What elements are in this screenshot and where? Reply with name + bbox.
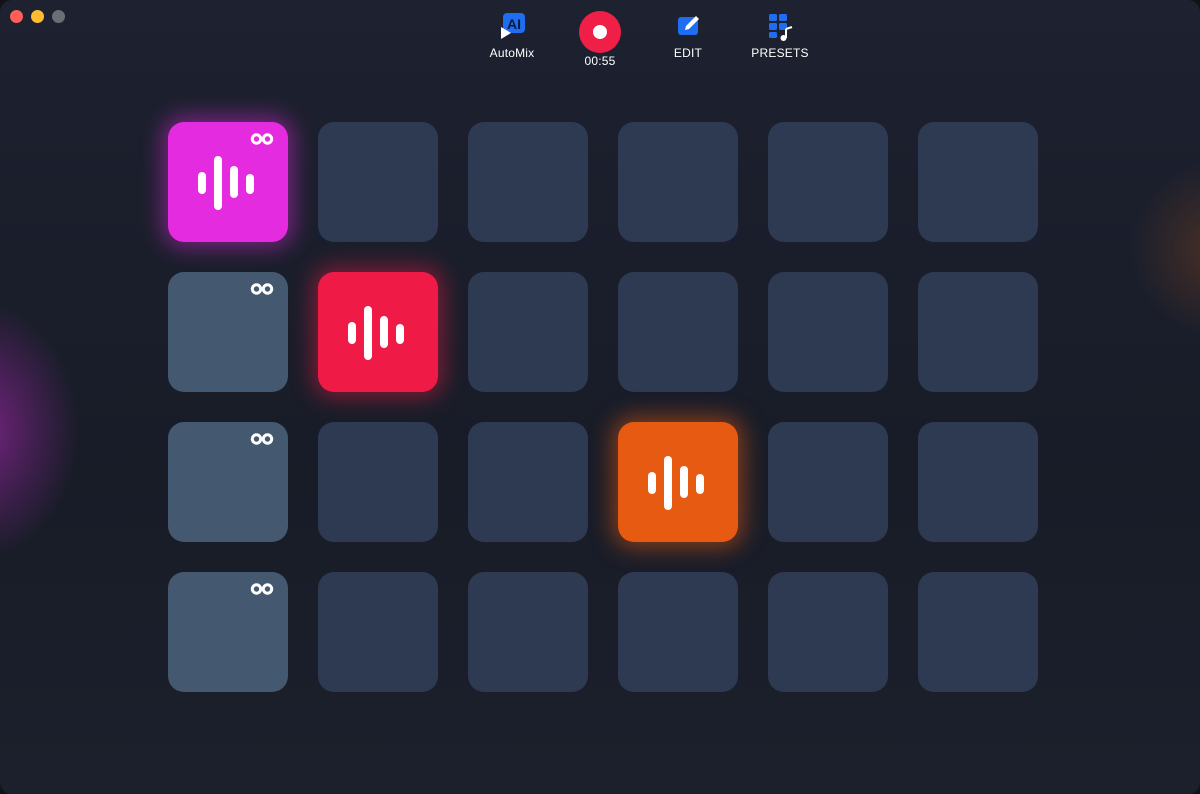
record-button[interactable]: 00:55 <box>578 11 622 68</box>
record-icon <box>579 11 621 53</box>
pad-r2-c6[interactable] <box>918 272 1038 392</box>
toolbar: AI AutoMix 00:55 EDIT PRESETS <box>0 0 1200 80</box>
ambient-glow-right <box>1130 160 1200 340</box>
pad-r3-c6[interactable] <box>918 422 1038 542</box>
pad-r2-c1[interactable] <box>168 272 288 392</box>
infinity-loop-icon <box>250 132 274 146</box>
pad-r1-c2[interactable] <box>318 122 438 242</box>
infinity-loop-icon <box>250 582 274 596</box>
pad-r2-c2[interactable] <box>318 272 438 392</box>
record-timer: 00:55 <box>584 54 616 68</box>
pad-r4-c5[interactable] <box>768 572 888 692</box>
pad-r4-c6[interactable] <box>918 572 1038 692</box>
pad-r2-c5[interactable] <box>768 272 888 392</box>
waveform-icon <box>346 302 410 362</box>
pad-r4-c2[interactable] <box>318 572 438 692</box>
pad-r3-c5[interactable] <box>768 422 888 542</box>
pad-r1-c3[interactable] <box>468 122 588 242</box>
app-window: AI AutoMix 00:55 EDIT PRESETS <box>0 0 1200 794</box>
presets-grid-music-icon <box>764 10 796 42</box>
pad-r1-c6[interactable] <box>918 122 1038 242</box>
waveform-icon <box>646 452 710 512</box>
presets-button[interactable]: PRESETS <box>751 10 809 60</box>
pad-r2-c3[interactable] <box>468 272 588 392</box>
infinity-loop-icon <box>250 282 274 296</box>
edit-button[interactable]: EDIT <box>670 10 706 60</box>
pad-grid <box>168 122 1038 692</box>
waveform-icon <box>196 152 260 212</box>
pad-r2-c4[interactable] <box>618 272 738 392</box>
pad-r3-c1[interactable] <box>168 422 288 542</box>
presets-label: PRESETS <box>751 46 809 60</box>
pad-r1-c5[interactable] <box>768 122 888 242</box>
pad-r3-c4[interactable] <box>618 422 738 542</box>
pad-r4-c1[interactable] <box>168 572 288 692</box>
edit-label: EDIT <box>673 46 703 60</box>
pad-r4-c3[interactable] <box>468 572 588 692</box>
svg-text:AI: AI <box>507 16 521 32</box>
automix-ai-icon: AI <box>496 10 528 42</box>
automix-label: AutoMix <box>489 46 535 60</box>
edit-pencil-icon <box>672 10 704 42</box>
infinity-loop-icon <box>250 432 274 446</box>
pad-r4-c4[interactable] <box>618 572 738 692</box>
automix-button[interactable]: AI AutoMix <box>488 10 536 60</box>
pad-r3-c2[interactable] <box>318 422 438 542</box>
pad-r1-c1[interactable] <box>168 122 288 242</box>
ambient-glow-left <box>0 300 80 560</box>
pad-r3-c3[interactable] <box>468 422 588 542</box>
pad-r1-c4[interactable] <box>618 122 738 242</box>
